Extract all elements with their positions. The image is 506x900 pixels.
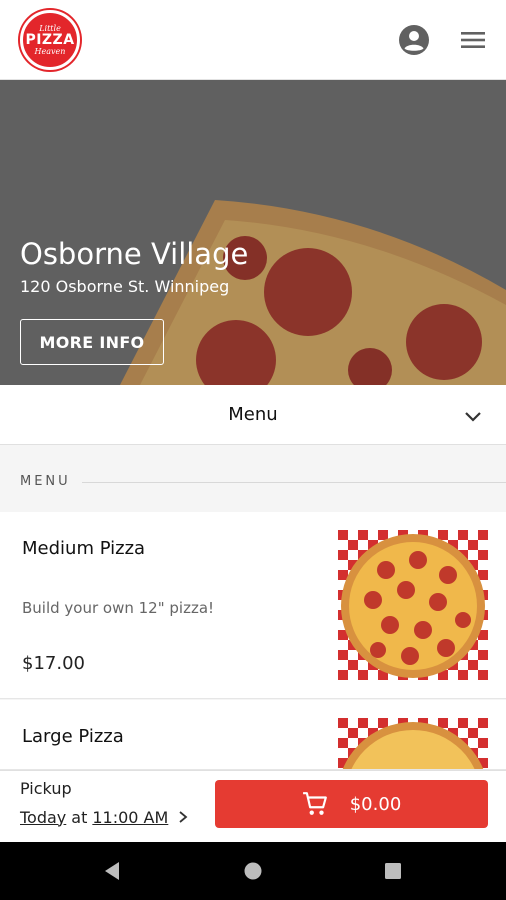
- menu-selector-dropdown[interactable]: Menu: [0, 385, 506, 445]
- pickup-time: 11:00 AM: [92, 807, 169, 827]
- order-bottom-bar: Pickup Today at 11:00 AM $0.00: [0, 770, 506, 842]
- back-icon[interactable]: [102, 861, 122, 881]
- recent-apps-icon[interactable]: [384, 862, 402, 880]
- shopping-cart-icon: [302, 792, 327, 815]
- store-hero: Osborne Village 120 Osborne St. Winnipeg…: [0, 80, 506, 385]
- section-divider: [82, 482, 506, 483]
- menu-item-medium-pizza[interactable]: Medium Pizza Build your own 12" pizza! $…: [0, 512, 506, 699]
- logo-text-main: PIZZA: [25, 32, 75, 48]
- item-name: Large Pizza: [22, 726, 124, 747]
- menu-selector-label: Menu: [228, 404, 278, 425]
- app-header: Little PIZZA Heaven: [0, 0, 506, 80]
- system-nav-bar: [0, 842, 506, 900]
- item-description: Build your own 12" pizza!: [22, 599, 215, 617]
- home-icon[interactable]: [244, 862, 262, 880]
- more-info-button[interactable]: MORE INFO: [20, 319, 164, 365]
- item-price: $17.00: [22, 653, 85, 674]
- cart-total: $0.00: [349, 793, 402, 815]
- pizza-image: [338, 718, 488, 769]
- pickup-at: at: [71, 807, 88, 827]
- cart-button[interactable]: $0.00: [215, 780, 488, 828]
- pizza-image: [338, 530, 488, 680]
- item-name: Medium Pizza: [22, 538, 146, 559]
- chevron-right-icon: [179, 811, 188, 823]
- menu-item-large-pizza[interactable]: Large Pizza: [0, 700, 506, 770]
- brand-logo[interactable]: Little PIZZA Heaven: [20, 10, 80, 70]
- chevron-down-icon: [465, 412, 481, 422]
- pickup-label: Pickup: [20, 779, 72, 798]
- hamburger-menu-icon[interactable]: [458, 26, 488, 54]
- logo-text-bottom: Heaven: [34, 47, 66, 56]
- section-title: MENU: [20, 474, 71, 489]
- account-circle-icon[interactable]: [398, 24, 430, 56]
- pickup-day: Today: [20, 807, 67, 827]
- store-address: 120 Osborne St. Winnipeg: [20, 277, 230, 296]
- store-name: Osborne Village: [20, 237, 249, 271]
- menu-section-header: MENU: [0, 446, 506, 512]
- pickup-time-selector[interactable]: Today at 11:00 AM: [20, 805, 190, 829]
